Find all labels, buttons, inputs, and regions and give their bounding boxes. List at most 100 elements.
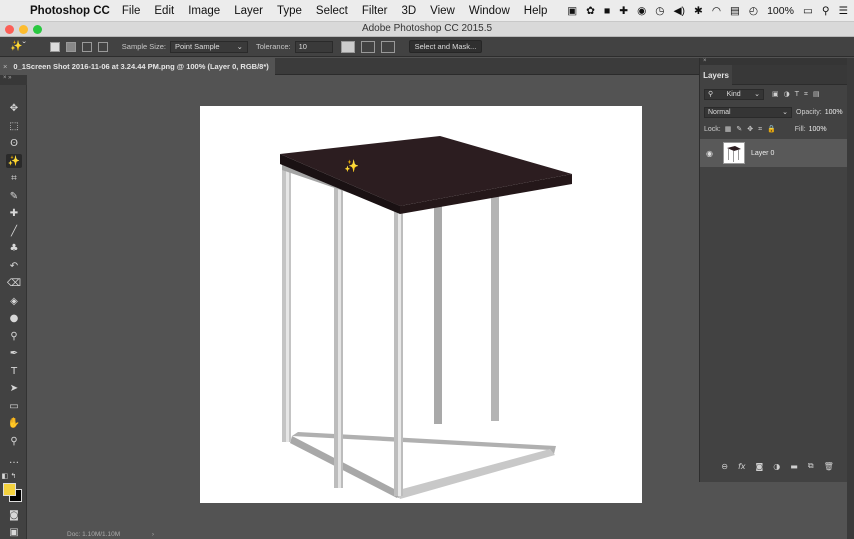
contiguous-checkbox[interactable] xyxy=(360,40,375,53)
type-tool-icon[interactable]: T xyxy=(6,364,22,378)
window-title-bar: Adobe Photoshop CC 2015.5 xyxy=(0,22,854,37)
panel-dock-edge xyxy=(847,58,854,539)
screen-record-icon[interactable]: ▣ xyxy=(567,5,577,17)
bluetooth-icon[interactable]: ✱ xyxy=(694,5,703,17)
opacity-value[interactable]: 100% xyxy=(825,109,843,116)
path-selection-tool-icon[interactable]: ➤ xyxy=(6,381,22,395)
dodge-tool-icon[interactable]: ⚲ xyxy=(6,329,22,343)
document-canvas[interactable]: ✨ xyxy=(200,106,642,503)
sample-size-select[interactable]: Point Sample ⌄ xyxy=(169,40,248,53)
hand-tool-icon[interactable]: ✋ xyxy=(6,416,22,430)
document-tab[interactable]: × 0_1Screen Shot 2016-11-06 at 3.24.44 P… xyxy=(0,58,275,75)
tab-layers[interactable]: Layers xyxy=(700,65,732,85)
eyedropper-tool-icon[interactable]: ✎ xyxy=(6,189,22,203)
zoom-tool-icon[interactable]: ⚲ xyxy=(6,434,22,448)
menu-file[interactable]: File xyxy=(122,5,141,17)
more-tools-icon[interactable]: … xyxy=(6,453,22,467)
subtract-selection-icon[interactable] xyxy=(81,41,92,52)
chevron-right-icon[interactable]: › xyxy=(152,531,154,538)
filter-icons[interactable]: ▣◑T⌗▤ xyxy=(772,90,825,99)
fx-icon[interactable]: fx xyxy=(738,462,746,471)
menu-extra-icon[interactable]: ✿ xyxy=(586,5,595,17)
status-bar: Doc: 1.10M/1.10M › xyxy=(27,531,699,539)
menu-window[interactable]: Window xyxy=(469,5,510,17)
menu-app-name[interactable]: Photoshop CC xyxy=(30,5,110,17)
battery-icon[interactable]: ▭ xyxy=(803,5,813,17)
menu-extra-icon-2[interactable]: ■ xyxy=(604,5,610,17)
shape-tool-icon[interactable]: ▭ xyxy=(6,399,22,413)
notification-center-icon[interactable]: ☰ xyxy=(839,5,848,17)
foreground-color-swatch[interactable] xyxy=(3,483,16,496)
svg-text:✨: ✨ xyxy=(344,159,359,173)
layer-row[interactable]: ◉ Layer 0 xyxy=(700,139,852,167)
menu-image[interactable]: Image xyxy=(188,5,220,17)
select-and-mask-button[interactable]: Select and Mask... xyxy=(408,40,483,53)
chevron-down-icon: ⌄ xyxy=(236,42,243,51)
trash-icon[interactable]: 🗑 xyxy=(824,462,834,471)
adjustment-layer-icon[interactable]: ◑ xyxy=(773,462,780,471)
clock-icon[interactable]: ◴ xyxy=(749,5,758,17)
blend-mode-select[interactable]: Normal ⌄ xyxy=(704,106,792,118)
screen-mode-icon[interactable]: ▣ xyxy=(6,525,22,539)
brush-tool-icon[interactable]: ╱ xyxy=(6,224,22,238)
link-layers-icon[interactable]: ⊖ xyxy=(721,462,728,471)
marquee-tool-icon[interactable]: ⬚ xyxy=(6,119,22,133)
flag-icon[interactable]: ▤ xyxy=(730,5,740,17)
menu-help[interactable]: Help xyxy=(524,5,548,17)
volume-icon[interactable]: ◀) xyxy=(673,5,685,17)
clone-stamp-tool-icon[interactable]: ♣ xyxy=(6,241,22,255)
menu-extra-icon-3[interactable]: ✚ xyxy=(619,5,628,17)
crop-tool-icon[interactable]: ⌗ xyxy=(6,171,22,185)
new-group-icon[interactable]: ▬ xyxy=(790,462,798,471)
search-icon: ⚲ xyxy=(708,91,714,98)
battery-level[interactable]: 100% xyxy=(767,5,794,17)
menu-3d[interactable]: 3D xyxy=(401,5,416,17)
quick-mask-icon[interactable]: ◙ xyxy=(6,508,22,522)
blur-tool-icon[interactable]: ● xyxy=(6,311,22,325)
tools-panel-collapse[interactable]: × » xyxy=(0,75,27,85)
creative-cloud-icon[interactable]: ◉ xyxy=(637,5,646,17)
anti-alias-checkbox[interactable] xyxy=(340,40,355,53)
lock-icons[interactable]: ▦✎✥⌗🔒 xyxy=(725,125,781,134)
eye-icon[interactable]: ◉ xyxy=(706,149,718,158)
menu-type[interactable]: Type xyxy=(277,5,302,17)
tolerance-input[interactable]: 10 xyxy=(294,40,333,53)
panel-tabs: Layers ≡ xyxy=(700,65,854,85)
color-swatches[interactable] xyxy=(3,483,25,505)
wifi-icon[interactable]: ◠ xyxy=(712,5,721,17)
magic-wand-tool-preset-icon[interactable]: ✨ˇ xyxy=(10,41,26,52)
doc-size-readout[interactable]: Doc: 1.10M/1.10M xyxy=(67,531,120,538)
sample-size-label: Sample Size: xyxy=(121,42,166,51)
filter-kind-select[interactable]: ⚲ Kind ⌄ xyxy=(704,88,764,100)
layer-name[interactable]: Layer 0 xyxy=(751,150,774,157)
fill-value[interactable]: 100% xyxy=(809,126,827,133)
menu-edit[interactable]: Edit xyxy=(154,5,174,17)
sample-all-layers-checkbox[interactable] xyxy=(380,40,395,53)
menu-layer[interactable]: Layer xyxy=(234,5,263,17)
paint-bucket-tool-icon[interactable]: ◈ xyxy=(6,294,22,308)
new-layer-icon[interactable]: ⧉ xyxy=(808,461,814,471)
layers-panel-footer: ⊖ fx ◙ ◑ ▬ ⧉ 🗑 xyxy=(700,458,854,474)
intersect-selection-icon[interactable] xyxy=(97,41,108,52)
menu-filter[interactable]: Filter xyxy=(362,5,388,17)
spotlight-icon[interactable]: ⚲ xyxy=(822,5,830,17)
healing-brush-tool-icon[interactable]: ✚ xyxy=(6,206,22,220)
pen-tool-icon[interactable]: ✒ xyxy=(6,346,22,360)
panel-collapse[interactable]: × xyxy=(700,58,854,65)
fill-label: Fill: xyxy=(794,125,806,133)
lasso-tool-icon[interactable]: ʘ xyxy=(6,136,22,150)
move-tool-icon[interactable]: ✥ xyxy=(6,101,22,115)
swap-colors-icon[interactable]: ◧ ↰ xyxy=(1,469,17,483)
add-mask-icon[interactable]: ◙ xyxy=(756,462,764,471)
close-tab-icon[interactable]: × xyxy=(3,62,7,71)
history-brush-tool-icon[interactable]: ↶ xyxy=(6,259,22,273)
add-to-selection-icon[interactable] xyxy=(65,41,76,52)
magic-wand-tool-icon[interactable]: ✨ xyxy=(6,154,22,168)
menu-view[interactable]: View xyxy=(430,5,455,17)
eraser-tool-icon[interactable]: ⌫ xyxy=(6,276,22,290)
menu-select[interactable]: Select xyxy=(316,5,348,17)
time-machine-icon[interactable]: ◷ xyxy=(655,5,664,17)
new-selection-icon[interactable] xyxy=(49,41,60,52)
chevron-down-icon: ⌄ xyxy=(754,91,760,98)
blend-mode-value: Normal xyxy=(708,108,731,116)
